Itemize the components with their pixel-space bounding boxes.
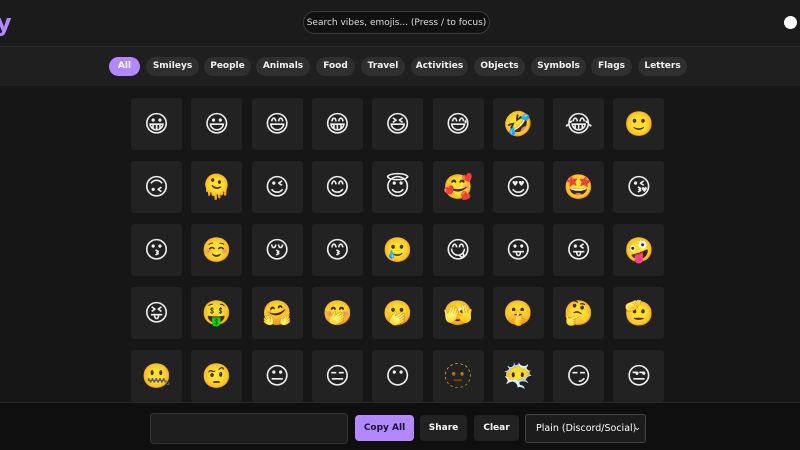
search-input[interactable] [303,11,490,34]
theme-toggle[interactable] [784,16,797,29]
category-chip-flags[interactable]: Flags [591,57,632,76]
emoji-cell[interactable]: 🫠 [191,161,243,213]
emoji-cell[interactable]: 🙂 [613,98,665,150]
emoji-cell[interactable]: ☺️ [191,224,243,276]
emoji-cell[interactable]: 😙 [311,224,363,276]
category-chip-symbols[interactable]: Symbols [531,57,586,76]
emoji-cell[interactable]: 🤐 [131,350,182,402]
emoji-cell[interactable]: 🤗 [251,287,303,339]
emoji-output-field[interactable] [150,413,348,444]
emoji-cell[interactable]: 🤭 [311,287,363,339]
emoji-cell[interactable]: 😝 [131,287,182,339]
footer-bar: Copy All Share Clear Plain (Discord/Soci… [0,402,800,450]
emoji-cell[interactable]: 😑 [311,350,363,402]
category-chip-animals[interactable]: Animals [256,57,310,76]
category-chip-food[interactable]: Food [316,57,355,76]
emoji-cell[interactable]: 😚 [251,224,303,276]
category-bar: All Smileys People Animals Food Travel A… [0,46,800,86]
category-chip-smileys[interactable]: Smileys [146,57,199,76]
emoji-cell[interactable]: 😋 [432,224,484,276]
emoji-cell[interactable]: 🤪 [613,224,665,276]
emoji-cell[interactable]: 🤫 [492,287,544,339]
format-select-value: Plain (Discord/Social) [536,423,637,434]
emoji-cell[interactable]: 🥲 [372,224,424,276]
emoji-cell[interactable]: 😀 [131,98,182,150]
emoji-cell[interactable]: 😶 [372,350,424,402]
copy-all-button[interactable]: Copy All [355,415,414,441]
emoji-cell[interactable]: 😃 [191,98,243,150]
header: y [0,0,800,46]
format-select[interactable]: Plain (Discord/Social) ⌄ [525,414,646,443]
category-chip-all[interactable]: All [109,57,140,76]
emoji-cell[interactable]: 😁 [311,98,363,150]
emoji-cell[interactable]: 😊 [311,161,363,213]
emoji-cell[interactable]: 🤨 [191,350,243,402]
category-chip-travel[interactable]: Travel [361,57,405,76]
emoji-cell[interactable]: 😶‍🌫️ [492,350,544,402]
category-chip-activities[interactable]: Activities [411,57,468,76]
emoji-cell[interactable]: 🫢 [372,287,424,339]
category-chip-people[interactable]: People [204,57,251,76]
emoji-cell[interactable]: 🤩 [553,161,605,213]
emoji-cell[interactable]: 😆 [372,98,424,150]
emoji-cell[interactable]: 🫡 [613,287,665,339]
emoji-cell[interactable]: 🙃 [131,161,182,213]
chevron-down-icon: ⌄ [633,423,641,433]
emoji-cell[interactable]: 😒 [613,350,665,402]
emoji-cell[interactable]: 🥰 [432,161,484,213]
emoji-cell[interactable]: 😘 [613,161,665,213]
category-chip-letters[interactable]: Letters [638,57,687,76]
emoji-cell[interactable]: 🫥 [432,350,484,402]
emoji-cell[interactable]: 🫣 [432,287,484,339]
emoji-cell[interactable]: 😄 [251,98,303,150]
emoji-cell[interactable]: 😉 [251,161,303,213]
emoji-cell[interactable]: 😍 [492,161,544,213]
emoji-cell[interactable]: 😏 [553,350,605,402]
emoji-cell[interactable]: 🤔 [553,287,605,339]
emoji-cell[interactable]: 😜 [553,224,605,276]
app: y All Smileys People Animals Food Travel… [0,0,800,450]
emoji-cell[interactable]: 😂 [553,98,605,150]
clear-button[interactable]: Clear [474,415,519,441]
emoji-cell[interactable]: 😗 [131,224,182,276]
emoji-cell[interactable]: 🤣 [492,98,544,150]
emoji-cell[interactable]: 🤑 [191,287,243,339]
logo[interactable]: y [0,9,12,37]
share-button[interactable]: Share [420,415,467,441]
emoji-cell[interactable]: 😇 [372,161,424,213]
category-chip-objects[interactable]: Objects [474,57,525,76]
emoji-cell[interactable]: 😐 [251,350,303,402]
emoji-cell[interactable]: 😅 [432,98,484,150]
emoji-cell[interactable]: 😛 [492,224,544,276]
